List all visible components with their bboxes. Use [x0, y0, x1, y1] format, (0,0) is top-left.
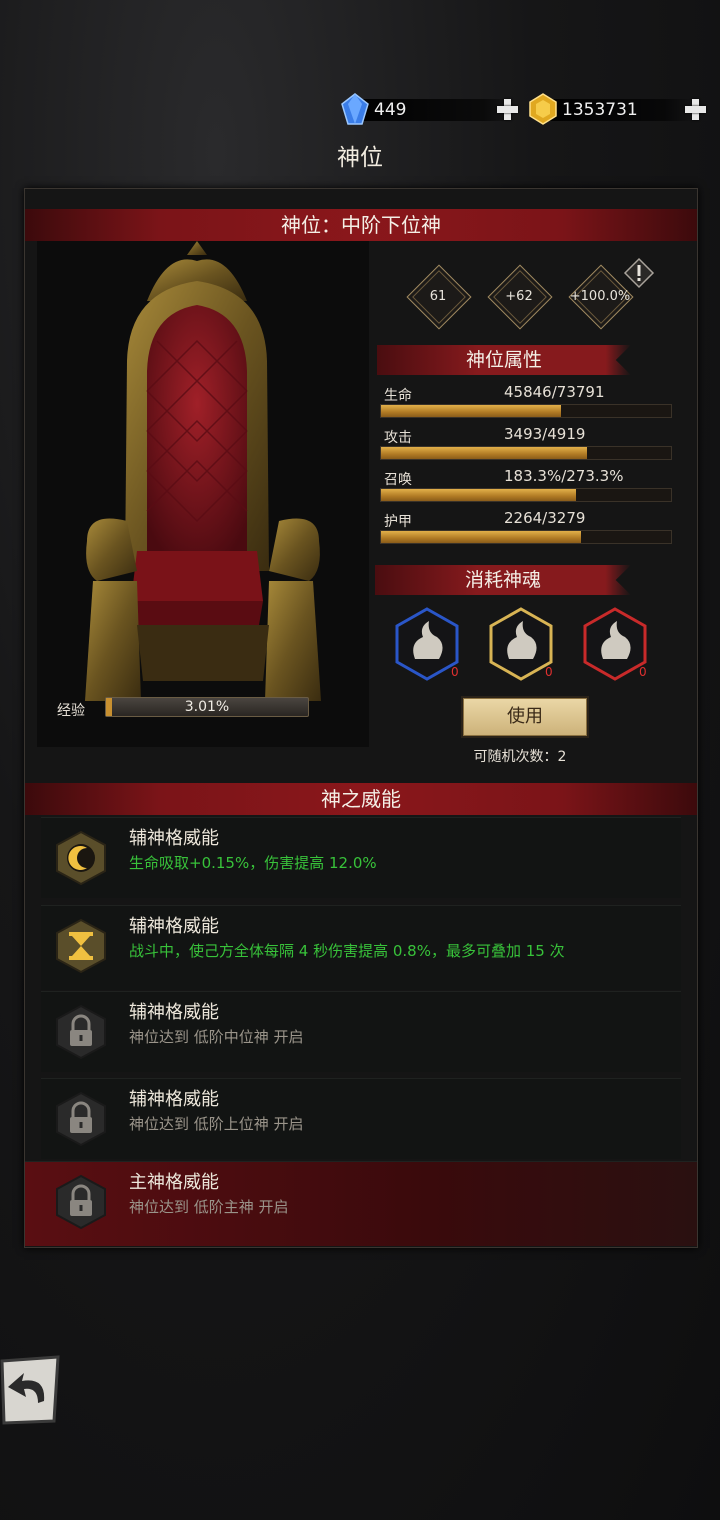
blue-soul-count: 0 [451, 665, 459, 679]
power-row-3[interactable]: 辅神格威能 神位达到 低阶中位神 开启 [41, 991, 681, 1072]
gem-currency: 449 [338, 93, 518, 125]
gem-count: 449 [374, 100, 407, 120]
throne-area [37, 241, 369, 747]
attr-title: 神位属性 [377, 345, 631, 375]
attr-value-summon: 183.3%/273.3% [504, 467, 624, 485]
attr-bar-hp-fill [381, 405, 562, 417]
red-soul-icon[interactable] [583, 607, 647, 681]
attr-bar-hp [380, 404, 672, 418]
power-row-2[interactable]: 辅神格威能 战斗中，使己方全体每隔 4 秒伤害提高 0.8%，最多可叠加 15 … [41, 905, 681, 990]
exp-value: 3.01% [184, 699, 230, 715]
power-banner: 神之威能 [25, 783, 697, 815]
stat-value-1: 61 [429, 289, 447, 304]
attr-bar-atk [380, 446, 672, 460]
power-row-5[interactable]: 主神格威能 神位达到 低阶主神 开启 [25, 1161, 697, 1246]
stat-value-2: +62 [505, 289, 533, 304]
throne-image [85, 241, 321, 701]
lock-icon [56, 1004, 106, 1060]
attr-label-hp: 生命 [384, 388, 412, 404]
main-panel: 神位：中阶下位神 经验 3.01% 61 +62 +100.0% 神位属性 生命… [24, 188, 698, 1248]
attr-value-atk: 3493/4919 [504, 425, 586, 443]
power-desc-5: 神位达到 低阶主神 开启 [129, 1198, 289, 1216]
gold-soul-count: 0 [545, 665, 553, 679]
rank-banner: 神位：中阶下位神 [25, 209, 697, 241]
power-desc-3: 神位达到 低阶中位神 开启 [129, 1028, 304, 1046]
gold-count: 1353731 [562, 100, 638, 120]
power-desc-2: 战斗中，使己方全体每隔 4 秒伤害提高 0.8%，最多可叠加 15 次 [129, 942, 565, 960]
power-desc-1: 生命吸取+0.15%，伤害提高 12.0% [129, 854, 377, 872]
power-row-4[interactable]: 辅神格威能 神位达到 低阶上位神 开启 [41, 1078, 681, 1159]
gold-soul-icon[interactable] [489, 607, 553, 681]
blue-soul-icon[interactable] [395, 607, 459, 681]
attr-bar-armor [380, 530, 672, 544]
moon-icon [56, 830, 106, 886]
power-title-5: 主神格威能 [129, 1172, 219, 1193]
power-title-4: 辅神格威能 [129, 1089, 219, 1110]
attr-label-atk: 攻击 [384, 430, 412, 446]
attr-bar-summon-fill [381, 489, 576, 501]
stat-value-3: +100.0% [569, 289, 631, 304]
hourglass-icon [56, 918, 106, 974]
page-title: 神位 [337, 145, 383, 171]
random-count: 可随机次数：2 [473, 749, 567, 765]
attr-bar-atk-fill [381, 447, 587, 459]
power-desc-4: 神位达到 低阶上位神 开启 [129, 1115, 304, 1133]
power-title-1: 辅神格威能 [129, 828, 219, 849]
lock-icon [56, 1091, 106, 1147]
attr-label-armor: 护甲 [384, 514, 412, 530]
soul-title: 消耗神魂 [375, 565, 631, 595]
info-icon[interactable] [623, 257, 655, 289]
attr-bar-armor-fill [381, 531, 582, 543]
attr-value-armor: 2264/3279 [504, 509, 586, 527]
attr-bar-summon [380, 488, 672, 502]
attr-value-hp: 45846/73791 [504, 383, 605, 401]
add-gem-button[interactable] [495, 97, 519, 121]
use-button[interactable]: 使用 [463, 698, 587, 736]
power-title-3: 辅神格威能 [129, 1002, 219, 1023]
gold-currency: 1353731 [526, 93, 706, 125]
back-icon[interactable] [0, 1355, 62, 1425]
exp-label: 经验 [57, 703, 85, 719]
blue-gem-icon [341, 93, 369, 125]
power-row-1[interactable]: 辅神格威能 生命吸取+0.15%，伤害提高 12.0% [41, 817, 681, 898]
add-gold-button[interactable] [683, 97, 707, 121]
exp-bar: 3.01% [105, 697, 309, 717]
lock-icon [56, 1174, 106, 1230]
gold-gem-icon [529, 93, 557, 125]
attr-label-summon: 召唤 [384, 472, 412, 488]
red-soul-count: 0 [639, 665, 647, 679]
power-title-2: 辅神格威能 [129, 916, 219, 937]
